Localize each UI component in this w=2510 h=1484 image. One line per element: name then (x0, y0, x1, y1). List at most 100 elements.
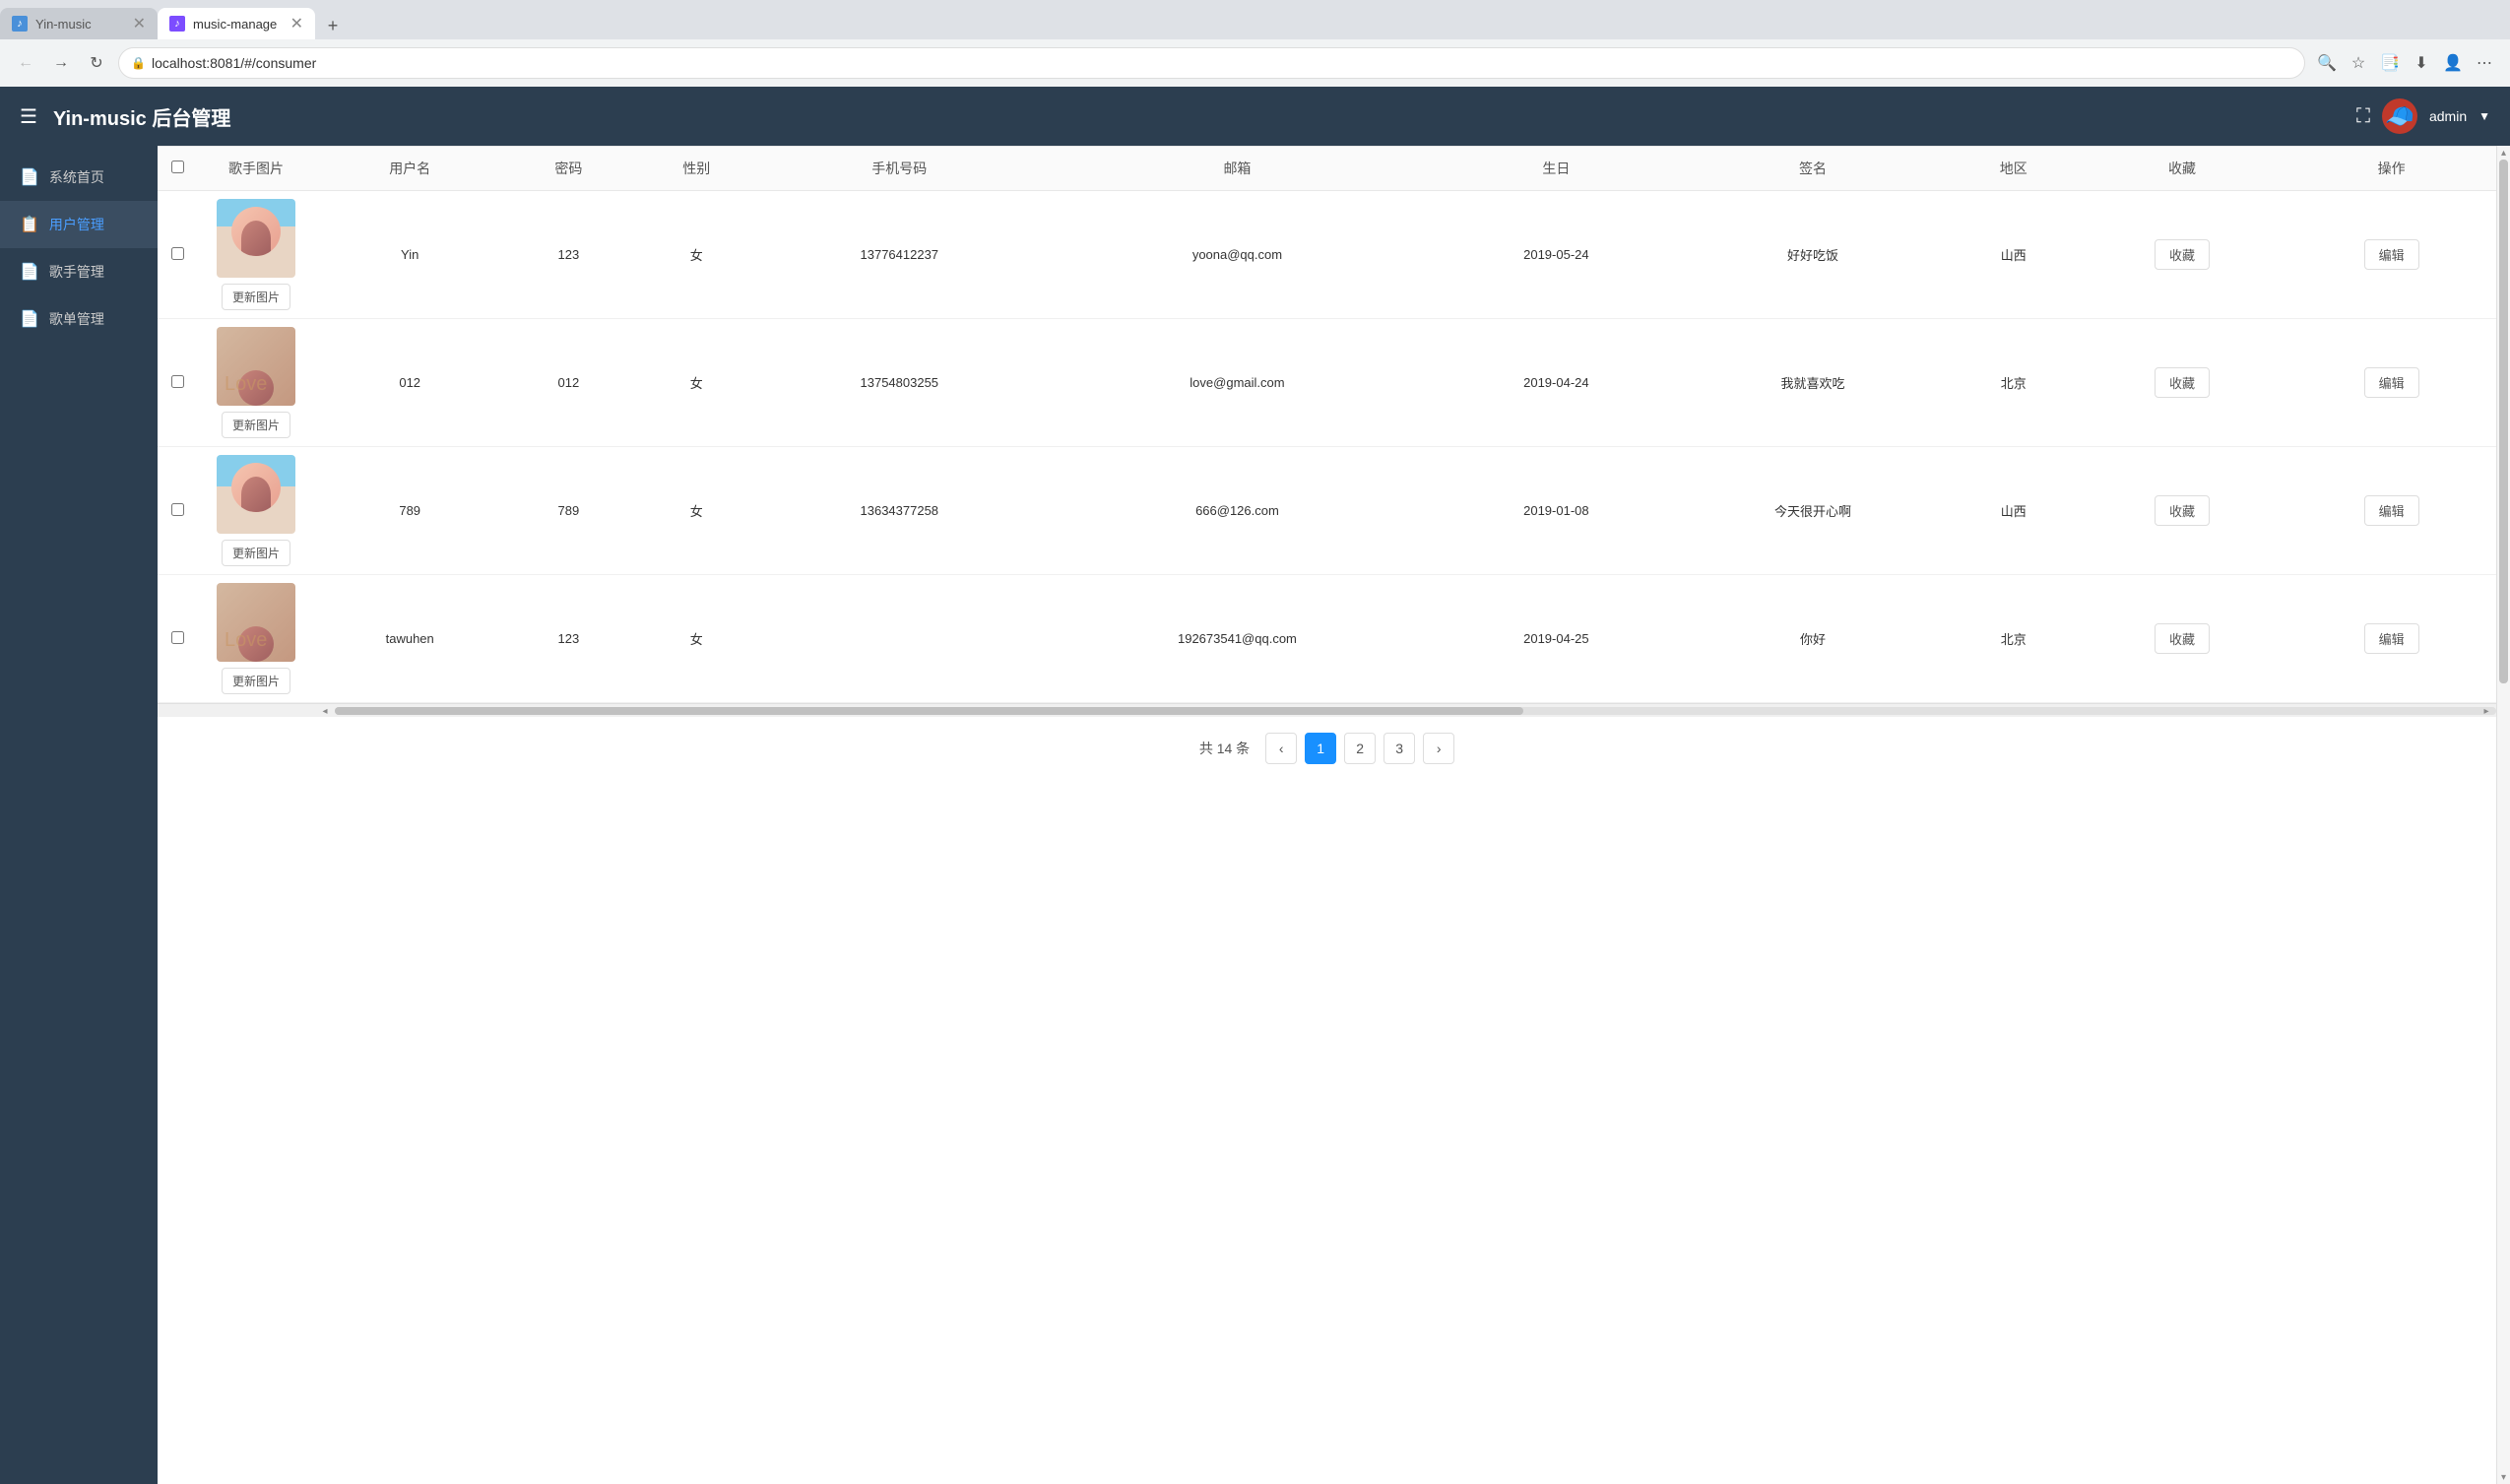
row-checkbox-cell-3 (158, 447, 197, 575)
birthday-2: 2019-04-24 (1437, 319, 1677, 447)
region-3: 山西 (1950, 447, 2078, 575)
pagination-area: 共 14 条 ‹ 1 2 3 › (158, 717, 2496, 780)
new-tab-button[interactable]: + (319, 12, 347, 39)
col-username: 用户名 (315, 147, 504, 191)
collect-btn-1[interactable]: 收藏 (2155, 239, 2210, 270)
signature-3: 今天很开心啊 (1676, 447, 1950, 575)
sidebar-label-user: 用户管理 (49, 215, 104, 234)
username-1: Yin (315, 191, 504, 319)
scroll-track[interactable] (2497, 160, 2510, 1470)
user-photo-3 (217, 455, 295, 534)
col-phone: 手机号码 (760, 147, 1038, 191)
email-2: love@gmail.com (1038, 319, 1436, 447)
page-btn-2[interactable]: 2 (1344, 733, 1376, 764)
sidebar-item-singer[interactable]: 📄 歌手管理 (0, 248, 158, 295)
collect-btn-2[interactable]: 收藏 (2155, 367, 2210, 398)
update-photo-btn-3[interactable]: 更新图片 (222, 540, 290, 566)
edit-btn-2[interactable]: 编辑 (2364, 367, 2419, 398)
next-page-button[interactable]: › (1423, 733, 1454, 764)
edit-btn-4[interactable]: 编辑 (2364, 623, 2419, 654)
page-btn-3[interactable]: 3 (1384, 733, 1415, 764)
edit-btn-3[interactable]: 编辑 (2364, 495, 2419, 526)
search-button[interactable]: 🔍 (2313, 49, 2341, 77)
scroll-thumb[interactable] (2499, 160, 2508, 683)
region-1: 山西 (1950, 191, 2078, 319)
singer-icon: 📄 (20, 262, 39, 282)
menu-button[interactable]: ⋯ (2471, 49, 2498, 77)
scroll-right-btn[interactable]: ▸ (2477, 704, 2496, 718)
user-icon: 📋 (20, 215, 39, 234)
password-3: 789 (504, 447, 632, 575)
collect-btn-4[interactable]: 收藏 (2155, 623, 2210, 654)
update-photo-btn-2[interactable]: 更新图片 (222, 412, 290, 438)
scroll-up-button[interactable]: ▴ (2497, 146, 2510, 160)
table-row: 更新图片 789 789 女 13634377258 666@126.com 2… (158, 447, 2496, 575)
birthday-4: 2019-04-25 (1437, 575, 1677, 703)
page-btn-1[interactable]: 1 (1305, 733, 1336, 764)
row-checkbox-3[interactable] (171, 503, 184, 516)
photo-cell-1: 更新图片 (197, 191, 315, 319)
signature-4: 你好 (1676, 575, 1950, 703)
row-checkbox-2[interactable] (171, 375, 184, 388)
tab-yin-music[interactable]: ♪ Yin-music ✕ (0, 8, 158, 39)
region-4: 北京 (1950, 575, 2078, 703)
birthday-3: 2019-01-08 (1437, 447, 1677, 575)
prev-page-button[interactable]: ‹ (1265, 733, 1297, 764)
collect-btn-3[interactable]: 收藏 (2155, 495, 2210, 526)
scroll-down-button[interactable]: ▾ (2497, 1470, 2510, 1484)
row-checkbox-1[interactable] (171, 247, 184, 260)
refresh-button[interactable]: ↻ (83, 49, 110, 77)
row-checkbox-cell-2 (158, 319, 197, 447)
app-title: Yin-music 后台管理 (53, 102, 2356, 131)
col-region: 地区 (1950, 147, 2078, 191)
gender-2: 女 (632, 319, 760, 447)
app-wrapper: ☰ Yin-music 后台管理 ⛶ 🧢 admin ▼ 📄 系统首页 📋 用户… (0, 87, 2510, 1484)
address-bar[interactable]: 🔒 localhost:8081/#/consumer (118, 47, 2305, 79)
edit-cell-1: 编辑 (2286, 191, 2496, 319)
user-photo-1 (217, 199, 295, 278)
username-3: 789 (315, 447, 504, 575)
phone-2: 13754803255 (760, 319, 1038, 447)
tab-music-manage[interactable]: ♪ music-manage ✕ (158, 8, 315, 39)
gender-1: 女 (632, 191, 760, 319)
admin-name[interactable]: admin (2429, 108, 2467, 124)
col-birthday: 生日 (1437, 147, 1677, 191)
vertical-scrollbar[interactable]: ▴ ▾ (2496, 146, 2510, 1484)
forward-button[interactable]: → (47, 49, 75, 77)
back-button[interactable]: ← (12, 49, 39, 77)
admin-dropdown-arrow[interactable]: ▼ (2478, 109, 2490, 123)
user-photo-2: Love (217, 327, 295, 406)
select-all-checkbox[interactable] (171, 161, 184, 173)
phone-3: 13634377258 (760, 447, 1038, 575)
signature-2: 我就喜欢吃 (1676, 319, 1950, 447)
profile-button[interactable]: 👤 (2439, 49, 2467, 77)
browser-tabs: ♪ Yin-music ✕ ♪ music-manage ✕ + (0, 0, 2510, 39)
row-checkbox-cell-1 (158, 191, 197, 319)
user-photo-4: Love (217, 583, 295, 662)
password-1: 123 (504, 191, 632, 319)
bookmark-button[interactable]: ☆ (2345, 49, 2372, 77)
fullscreen-button[interactable]: ⛶ (2356, 105, 2370, 128)
collect-cell-3: 收藏 (2078, 447, 2287, 575)
tab-close-yin[interactable]: ✕ (133, 14, 146, 33)
update-photo-btn-4[interactable]: 更新图片 (222, 668, 290, 694)
update-photo-btn-1[interactable]: 更新图片 (222, 284, 290, 310)
download-button[interactable]: ⬇ (2408, 49, 2435, 77)
col-action: 操作 (2286, 147, 2496, 191)
pagination-info: 共 14 条 (1199, 739, 1250, 758)
user-table: 歌手图片 用户名 密码 性别 手机号码 邮箱 生日 签名 地区 收藏 操作 (158, 146, 2496, 703)
reading-list-button[interactable]: 📑 (2376, 49, 2404, 77)
col-photo: 歌手图片 (197, 147, 315, 191)
sidebar-item-user[interactable]: 📋 用户管理 (0, 201, 158, 248)
sidebar-item-playlist[interactable]: 📄 歌单管理 (0, 295, 158, 343)
home-icon: 📄 (20, 167, 39, 187)
scroll-left-btn[interactable]: ◂ (315, 704, 335, 718)
menu-toggle-icon[interactable]: ☰ (20, 104, 37, 129)
row-checkbox-4[interactable] (171, 631, 184, 644)
edit-btn-1[interactable]: 编辑 (2364, 239, 2419, 270)
sidebar-item-home[interactable]: 📄 系统首页 (0, 154, 158, 201)
address-bar-container: ← → ↻ 🔒 localhost:8081/#/consumer 🔍 ☆ 📑 … (0, 39, 2510, 87)
browser-actions: 🔍 ☆ 📑 ⬇ 👤 ⋯ (2313, 49, 2498, 77)
sidebar-label-singer: 歌手管理 (49, 262, 104, 282)
tab-close-manage[interactable]: ✕ (290, 14, 303, 33)
